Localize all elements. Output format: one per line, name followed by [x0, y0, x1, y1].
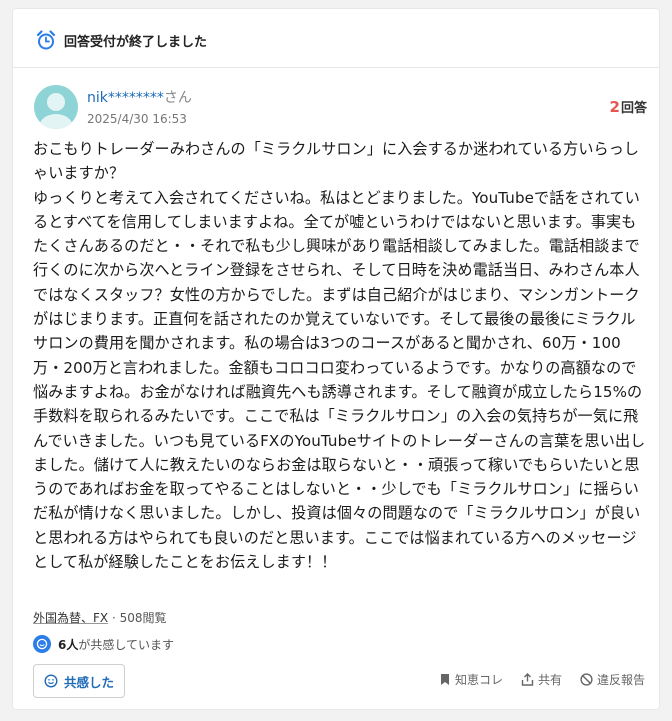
action-bar: 知恵コレ 共有 違反報告: [421, 671, 645, 688]
user-name[interactable]: nik********さん: [87, 87, 192, 107]
bookmark-icon: [440, 674, 449, 685]
question-card: 回答受付が終了しました nik********さん 2025/4/30 16:5…: [12, 8, 660, 710]
question-meta: 外国為替、FX · 508閲覧: [33, 611, 167, 625]
smile-icon: [44, 674, 58, 688]
view-count: 508閲覧: [119, 611, 167, 625]
alarm-clock-icon: [36, 30, 56, 50]
chiebukuro-collection-button[interactable]: 知恵コレ: [439, 671, 503, 688]
user-id[interactable]: nik********: [87, 90, 164, 106]
kyokan-button-label: 共感した: [63, 674, 114, 690]
question-body: おこもりトレーダーみわさんの「ミラクルサロン」に入会するか迷われている方いらっし…: [33, 140, 646, 572]
category-link[interactable]: 外国為替、FX: [33, 611, 108, 625]
report-label: 違反報告: [596, 673, 645, 687]
share-button[interactable]: 共有: [521, 671, 562, 688]
empathy-icon: [33, 635, 51, 653]
share-label: 共有: [537, 673, 562, 687]
closed-banner: 回答受付が終了しました: [13, 9, 659, 68]
user-silhouette-icon: [40, 93, 72, 129]
empathy-summary: 6人 が共感しています: [33, 635, 174, 653]
chiebukuro-label: 知恵コレ: [454, 673, 503, 687]
kyokan-button[interactable]: 共感した: [33, 664, 125, 698]
report-button[interactable]: 違反報告: [580, 671, 645, 688]
prohibited-icon: [580, 673, 593, 686]
empathy-count: 6人: [58, 637, 79, 652]
post-date: 2025/4/30 16:53: [87, 112, 187, 126]
empathy-text: が共感しています: [78, 637, 175, 652]
user-suffix: さん: [163, 90, 192, 106]
answer-count-label: 回答: [620, 101, 647, 116]
share-icon: [521, 673, 534, 686]
avatar[interactable]: [34, 85, 78, 129]
banner-title: 回答受付が終了しました: [64, 35, 208, 50]
answer-count[interactable]: 2回答: [610, 97, 647, 116]
answer-count-number: 2: [609, 98, 620, 116]
